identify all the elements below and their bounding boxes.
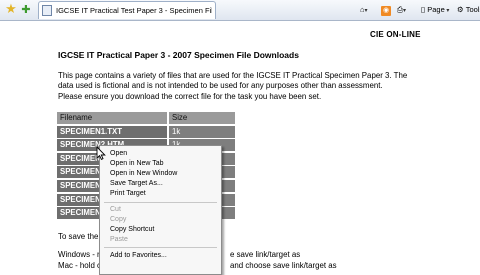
table-header-row: Filename Size (57, 112, 237, 126)
menu-item-open-new-window[interactable]: Open in New Window (110, 169, 177, 178)
menu-item-add-to-favorites[interactable]: Add to Favorites... (110, 251, 167, 260)
chevron-down-icon: ▾ (403, 8, 407, 14)
menu-item-paste[interactable]: Paste (110, 235, 128, 244)
menu-item-print-target[interactable]: Print Target (110, 189, 146, 198)
menu-item-copy[interactable]: Copy (110, 215, 126, 224)
menu-item-copy-shortcut[interactable]: Copy Shortcut (110, 225, 154, 234)
chevron-down-icon: ▾ (444, 8, 450, 14)
page-icon (42, 5, 52, 16)
mouse-cursor-icon (96, 146, 106, 160)
mac-instruction-start: Mac - hold c (58, 261, 101, 270)
windows-instruction-end: e save link/target as (230, 250, 301, 259)
browser-toolbar: ★ ✚ IGCSE IT Practical Test Paper 3 - Sp… (0, 0, 480, 21)
page-menu-label: Page (427, 5, 445, 14)
intro-paragraph: This page contains a variety of files th… (58, 71, 408, 101)
menu-item-save-target-as[interactable]: Save Target As... (110, 179, 163, 188)
home-button[interactable]: ⌂▾ (360, 2, 382, 17)
context-menu: Open Open in New Tab Open in New Window … (99, 145, 222, 275)
tab-title: IGCSE IT Practical Test Paper 3 - Specim… (56, 6, 212, 15)
org-label: CIE ON-LINE (370, 30, 421, 39)
save-instructions: To save the (58, 232, 99, 241)
add-favorite-icon[interactable]: ✚ (19, 3, 33, 17)
feeds-button[interactable]: ◉ (381, 2, 395, 17)
menu-item-cut[interactable]: Cut (110, 205, 121, 214)
menu-item-open-new-tab[interactable]: Open in New Tab (110, 159, 164, 168)
menu-separator (104, 202, 217, 203)
column-header-size: Size (169, 112, 235, 124)
menu-item-open[interactable]: Open (110, 149, 127, 158)
file-link[interactable]: SPECIMEN1.TXT (57, 125, 167, 138)
page-menu-icon: ▯ (421, 5, 426, 14)
menu-separator (104, 247, 217, 248)
chevron-down-icon: ▾ (364, 8, 368, 14)
table-row: SPECIMEN1.TXT 1k (57, 125, 237, 140)
tools-menu-label: Tools (465, 5, 480, 14)
column-header-filename: Filename (57, 112, 167, 124)
page-title: IGCSE IT Practical Paper 3 - 2007 Specim… (58, 50, 299, 60)
favorites-star-icon[interactable]: ★ (4, 2, 18, 16)
mac-instruction-end: and choose save link/target as (230, 261, 337, 270)
gear-icon: ⚙ (457, 5, 464, 14)
file-size: 1k (169, 125, 235, 138)
windows-instruction-start: Windows - r (58, 250, 100, 259)
tools-menu-button[interactable]: ⚙ Tools (457, 2, 480, 17)
print-button[interactable]: ⎙▾ (397, 2, 419, 17)
browser-tab[interactable]: IGCSE IT Practical Test Paper 3 - Specim… (38, 1, 216, 19)
rss-icon: ◉ (381, 6, 391, 16)
page-menu-button[interactable]: ▯ Page ▾ (421, 2, 455, 17)
